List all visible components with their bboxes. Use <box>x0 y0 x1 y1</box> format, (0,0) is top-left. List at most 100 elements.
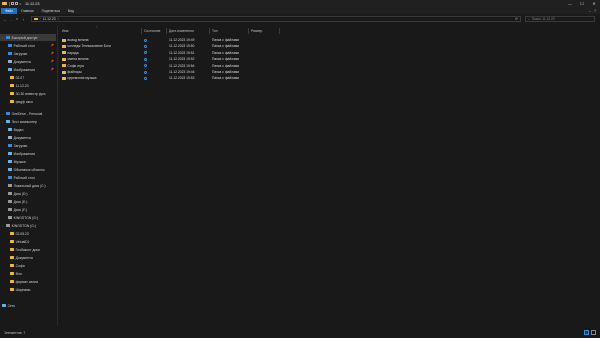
table-row[interactable]: выход витина 11.12.2023 19:49 Папка с файл… <box>60 37 280 43</box>
table-row[interactable]: колледж Техникаление Боги 11.12.2023 19:5… <box>60 43 280 49</box>
close-button[interactable]: ✕ <box>588 0 600 7</box>
sidebar-item-31[interactable]: Шорнами <box>0 286 56 293</box>
sidebar-item-24[interactable]: 02.05.23 <box>0 230 56 237</box>
sidebar-item-0[interactable]: › Быстрый доступ <box>0 34 56 41</box>
pin-icon: 📌 <box>50 43 54 47</box>
sidebar-item-6[interactable]: 11.12.23 <box>0 82 56 89</box>
sidebar-item-18[interactable]: Локальный диск (C:) <box>0 182 56 189</box>
table-row[interactable]: смена витина 11.12.2023 19:52 Папка с файл… <box>60 56 280 62</box>
sidebar-item-label: 02.07 <box>15 75 25 80</box>
sidebar-item-label: Диск (E:) <box>13 199 28 204</box>
sidebar-item-14[interactable]: Изображения <box>0 150 56 157</box>
sidebar-item-27[interactable]: Документы <box>0 254 56 261</box>
sidebar-item-15[interactable]: Музыка <box>0 158 56 165</box>
sidebar-item-label: KINGSTON (G:) <box>11 223 37 228</box>
date-modified: 11.12.2023 19:51 <box>169 50 195 55</box>
table-row[interactable]: файлоры 11.12.2023 19:46 Папка с файлами <box>60 69 280 75</box>
folder-icon <box>10 264 14 267</box>
refresh-icon[interactable]: ⟳ <box>515 17 518 21</box>
minimize-button[interactable]: — <box>564 0 576 7</box>
breadcrumb-separator-icon[interactable]: › <box>40 17 41 21</box>
new-folder-icon[interactable] <box>15 2 18 5</box>
tab-share[interactable]: Поделиться <box>38 8 64 14</box>
details-view-icon[interactable] <box>584 330 589 335</box>
sidebar-item-label: Быстрый доступ <box>11 35 38 40</box>
column-header-type[interactable]: Тип <box>210 28 248 34</box>
star-icon <box>6 36 10 39</box>
navigation-pane: › Быстрый доступ Рабочий стол 📌 Загрузки 📌 Док… <box>0 26 56 326</box>
search-input[interactable]: ⌕ Поиск: 11.12.23 <box>525 16 595 22</box>
column-divider[interactable] <box>279 28 280 34</box>
sidebar-item-9[interactable]: › OneDrive - Personal <box>0 110 56 117</box>
table-row[interactable]: церемония музыка 11.12.2023 19:53 Папка с … <box>60 75 280 81</box>
sidebar-item-13[interactable]: Загрузки <box>0 142 56 149</box>
sidebar-item-5[interactable]: 02.07 <box>0 74 56 81</box>
chevron-down-icon[interactable]: ⌄ <box>588 9 591 13</box>
date-modified: 11.12.2023 19:46 <box>169 70 195 75</box>
sidebar-item-17[interactable]: Рабочий стол <box>0 174 56 181</box>
maximize-button[interactable]: ☐ <box>576 0 588 7</box>
item-count: Элементов: 7 <box>4 331 26 335</box>
file-type: Папка с файлами <box>212 63 240 68</box>
3d-objects-icon <box>8 168 12 171</box>
tab-home[interactable]: Главная <box>17 8 38 14</box>
sidebar-item-32[interactable]: Сеть <box>0 302 56 309</box>
sidebar-item-26[interactable]: Глобакост доки <box>0 246 56 253</box>
cloud-sync-icon <box>144 44 147 48</box>
sidebar-item-2[interactable]: Загрузки 📌 <box>0 50 56 57</box>
folder-icon <box>62 70 66 74</box>
sidebar-item-19[interactable]: Диск (D:) <box>0 190 56 197</box>
sidebar-item-label: Сеть <box>7 303 16 308</box>
file-name: церемония музыка <box>67 76 97 81</box>
column-header-date[interactable]: Дата изменения <box>167 28 209 34</box>
tab-view[interactable]: Вид <box>64 8 78 14</box>
expand-chevron-icon[interactable]: › <box>2 224 5 228</box>
sidebar-item-28[interactable]: Софи <box>0 262 56 269</box>
sidebar-item-8[interactable]: фиgф иксо <box>0 98 56 105</box>
column-header-size[interactable]: Размер <box>249 28 279 34</box>
expand-chevron-icon[interactable]: › <box>2 112 5 116</box>
table-row[interactable]: парада 11.12.2023 19:51 Папка с файлами <box>60 50 280 56</box>
sidebar-item-label: Загрузки <box>13 51 28 56</box>
sidebar-item-23[interactable]: › KINGSTON (G:) <box>0 222 56 229</box>
sidebar-item-20[interactable]: Диск (E:) <box>0 198 56 205</box>
properties-icon[interactable] <box>10 2 14 5</box>
sidebar-item-10[interactable]: › Этот компьютер <box>0 118 56 125</box>
sidebar-item-4[interactable]: Изображения 📌 <box>0 66 56 73</box>
sidebar-item-12[interactable]: Документы <box>0 134 56 141</box>
sidebar-item-25[interactable]: VirtualDJ <box>0 238 56 245</box>
up-icon[interactable]: ↑ <box>20 16 26 22</box>
chevron-down-icon[interactable]: ▾ <box>20 2 22 6</box>
sidebar-item-7[interactable]: 30-30 инвестр русх <box>0 90 56 97</box>
date-modified: 11.12.2023 19:49 <box>169 38 195 43</box>
title-bar[interactable]: ▾ 11.12.23 — ☐ ✕ <box>0 0 600 7</box>
tab-file[interactable]: Файл <box>1 7 18 14</box>
sidebar-item-label: Изображения <box>13 67 35 72</box>
sidebar-item-30[interactable]: формат иатиа <box>0 278 56 285</box>
pane-splitter[interactable] <box>57 26 58 326</box>
help-icon[interactable]: ? <box>594 9 596 13</box>
sidebar-item-21[interactable]: Диск (F:) <box>0 206 56 213</box>
column-header-name[interactable]: Имя <box>60 28 142 34</box>
sidebar-item-16[interactable]: Объемные объекты <box>0 166 56 173</box>
folder-icon <box>10 272 14 275</box>
column-header-status[interactable]: Состояние <box>142 28 167 34</box>
sidebar-item-3[interactable]: Документы 📌 <box>0 58 56 65</box>
sidebar-item-29[interactable]: Фон <box>0 270 56 277</box>
file-type: Папка с файлами <box>212 38 240 43</box>
sidebar-item-label: формат иатиа <box>15 279 38 284</box>
pin-icon: 📌 <box>50 59 54 63</box>
expand-chevron-icon[interactable]: › <box>2 120 5 124</box>
sidebar-item-1[interactable]: Рабочий стол 📌 <box>0 42 56 49</box>
folder-icon <box>10 288 14 291</box>
table-row[interactable]: Софи игра 11.12.2023 19:54 Папка с файлами <box>60 63 280 69</box>
status-cell <box>144 56 147 62</box>
sidebar-item-11[interactable]: Видео <box>0 126 56 133</box>
breadcrumb[interactable]: 11.12.23 <box>43 17 56 21</box>
expand-chevron-icon[interactable]: › <box>2 36 5 40</box>
sidebar-item-label: Документы <box>13 59 32 64</box>
sidebar-item-22[interactable]: KINGSTON (G:) <box>0 214 56 221</box>
large-icons-view-icon[interactable] <box>591 330 596 335</box>
address-bar[interactable]: › 11.12.23 › ⟳ <box>31 16 521 22</box>
breadcrumb-separator-icon[interactable]: › <box>58 17 59 21</box>
